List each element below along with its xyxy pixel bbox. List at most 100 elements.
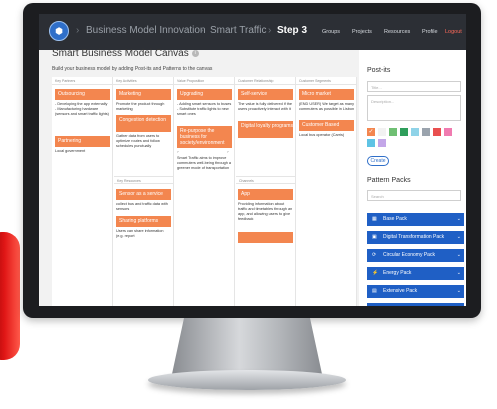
section-header-channels: Channels: [236, 176, 296, 184]
column-header: Customer Segments: [296, 77, 356, 85]
monitor-stand-base: [148, 370, 346, 390]
column-header: Value Proposition: [174, 77, 234, 85]
postit-note[interactable]: Congestion detection: [116, 115, 171, 132]
monitor-stand-neck: [172, 318, 322, 374]
resize-handle-icon[interactable]: ⌐: [177, 150, 179, 154]
breadcrumb-separator-icon: ›: [268, 25, 272, 36]
pack-icon: ♻: [372, 303, 376, 306]
color-swatch[interactable]: [433, 128, 441, 136]
breadcrumb-separator-icon: ›: [200, 25, 204, 36]
pack-icon: ⟳: [372, 252, 377, 258]
postit-note[interactable]: Customer Based: [299, 120, 354, 131]
postit-text: Gather data from users to optimize route…: [116, 134, 160, 148]
breadcrumb-business-model-innovation[interactable]: Business Model Innovation: [86, 25, 206, 36]
pack-label: Extensive Pack: [383, 288, 418, 294]
chevron-down-icon[interactable]: ⌄: [457, 285, 461, 298]
postit-text: Users can share information (e.g. report: [116, 229, 164, 238]
pack-icon: ⚡: [372, 270, 379, 276]
color-swatch[interactable]: [411, 128, 419, 136]
monitor-frame: ⬢ › Business Model Innovation › Smart Tr…: [23, 3, 481, 318]
page-subtitle: Build your business model by adding Post…: [52, 66, 213, 72]
postit-text: The value is fully delivered if the user…: [238, 102, 293, 111]
chevron-down-icon[interactable]: ⌄: [457, 267, 461, 280]
pattern-pack-item[interactable]: ▦ Base Pack ⌄: [367, 213, 464, 226]
chevron-down-icon[interactable]: ⌄: [457, 249, 461, 262]
breadcrumb-separator-icon: ›: [76, 25, 80, 36]
app-logo-icon[interactable]: ⬢: [49, 21, 69, 41]
postit-description-input[interactable]: Description...: [367, 95, 461, 121]
screen: ⬢ › Business Model Innovation › Smart Tr…: [39, 14, 466, 306]
column-key-partners: Key Partners Outsourcing - Developing th…: [52, 77, 113, 306]
create-button[interactable]: Create: [367, 156, 389, 166]
pack-label: Circular Economy Pack: [383, 252, 435, 258]
color-swatch[interactable]: [444, 128, 452, 136]
postit-note[interactable]: Partnering: [55, 136, 110, 147]
postit-text: Smart Traffic aims to improve commuters …: [177, 156, 232, 170]
postit-text: - Developing the app externally - Manufa…: [55, 102, 109, 116]
pattern-pack-item[interactable]: ♻Sustainability Pack⌄: [367, 303, 464, 306]
pack-label: Base Pack: [383, 216, 407, 222]
column-header: Key Partners: [52, 77, 112, 85]
pack-icon: ▤: [372, 288, 377, 294]
business-model-canvas: Key Partners Outsourcing - Developing th…: [52, 77, 357, 306]
color-swatch[interactable]: [422, 128, 430, 136]
postit-note[interactable]: Self-service: [238, 89, 293, 100]
postit-text: collect bus and traffic data with sensor…: [116, 202, 168, 211]
pattern-packs-heading: Pattern Packs: [367, 177, 411, 184]
pack-label: Digital Transformation Pack: [383, 234, 445, 240]
nav-groups[interactable]: Groups: [322, 29, 340, 35]
pattern-pack-item[interactable]: ⚡ Energy Pack ⌄: [367, 267, 464, 280]
chevron-down-icon[interactable]: ⌄: [457, 303, 461, 306]
section-header-key-resources: Key Resources: [114, 176, 174, 184]
nav-logout[interactable]: Logout: [445, 29, 462, 35]
postit-note[interactable]: Outsourcing: [55, 89, 110, 100]
breadcrumb-smart-traffic[interactable]: Smart Traffic: [210, 25, 267, 36]
chevron-down-icon[interactable]: ⌄: [457, 231, 461, 244]
color-swatch[interactable]: [367, 139, 375, 147]
color-swatch[interactable]: [389, 128, 397, 136]
postit-text: Local bus operator (Carris): [299, 133, 345, 137]
color-swatch[interactable]: [378, 139, 386, 147]
pack-search-input[interactable]: Search: [367, 190, 461, 201]
postit-title-input[interactable]: Title...: [367, 81, 461, 92]
postit-text: Local government: [55, 149, 86, 153]
column-header: Key Activities: [113, 77, 173, 85]
red-decoration: [0, 232, 20, 360]
info-icon[interactable]: i: [191, 49, 199, 57]
nav-profile[interactable]: Profile: [422, 29, 438, 35]
postit-note[interactable]: Marketing: [116, 89, 171, 100]
pack-icon: ▣: [372, 234, 377, 240]
nav-resources[interactable]: Resources: [384, 29, 410, 35]
pattern-pack-item[interactable]: ⟳ Circular Economy Pack ⌄: [367, 249, 464, 262]
breadcrumb-step: Step 3: [277, 25, 308, 36]
postit-text: - Adding smart sensors to buses - Substi…: [177, 102, 232, 116]
postit-text: Promote the product through marketing: [116, 102, 165, 111]
column-customer-relationship: Customer Relationship Self-service The v…: [235, 77, 296, 306]
pack-label: Energy Pack: [383, 270, 412, 276]
color-swatch[interactable]: [378, 128, 386, 136]
color-swatch[interactable]: [400, 128, 408, 136]
resize-handle-icon[interactable]: ⌐: [227, 150, 229, 154]
sidebar: Post-its Title... Description... ✓ Creat…: [359, 50, 466, 306]
column-value-proposition: Value Proposition Upgrading - Adding sma…: [174, 77, 235, 306]
postit-note[interactable]: Micro market: [299, 89, 354, 100]
postit-note[interactable]: Sharing platforms: [116, 216, 171, 227]
chevron-down-icon[interactable]: ⌄: [457, 213, 461, 226]
postit-note[interactable]: Upgrading: [177, 89, 232, 100]
pattern-pack-item[interactable]: ▣ Digital Transformation Pack ⌄: [367, 231, 464, 244]
column-customer-segments: Customer Segments Micro market (END USER…: [296, 77, 357, 306]
postit-note[interactable]: Sensor as a service: [116, 189, 171, 200]
color-swatch-selected[interactable]: ✓: [367, 128, 375, 136]
pattern-pack-item[interactable]: ▤ Extensive Pack ⌄: [367, 285, 464, 298]
pack-icon: ▦: [372, 216, 377, 222]
postit-text: (END USER) We target as many commuters a…: [299, 102, 355, 111]
nav-projects[interactable]: Projects: [352, 29, 372, 35]
postit-note[interactable]: Digital loyalty programs: [238, 121, 293, 138]
page-title: Smart Business Model Canvas i: [52, 48, 199, 59]
postit-note[interactable]: [238, 232, 293, 243]
column-header: Customer Relationship: [235, 77, 295, 85]
postit-note[interactable]: Re-purpose the business for society/envi…: [177, 126, 232, 148]
postits-heading: Post-its: [367, 67, 391, 74]
postit-note[interactable]: App: [238, 189, 293, 200]
postit-text: Providing information about traffic and …: [238, 202, 293, 221]
